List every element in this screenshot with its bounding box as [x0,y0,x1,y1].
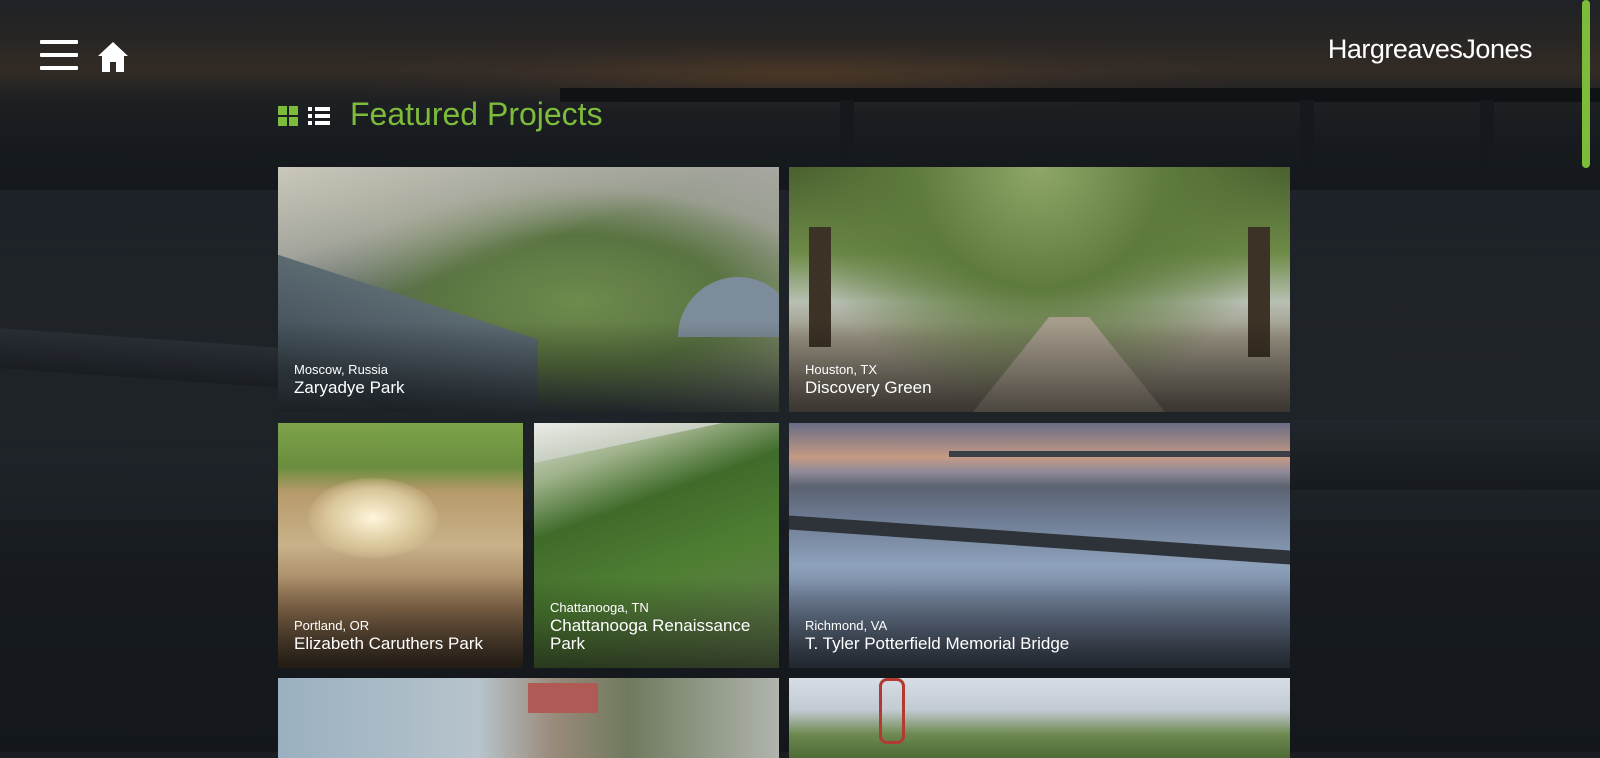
project-name: Elizabeth Caruthers Park [294,634,483,653]
tile-image-detail [949,451,1290,457]
brand-logo[interactable]: HargreavesJones [1328,34,1533,65]
project-tile-elizabeth-caruthers-park[interactable]: Portland, OR Elizabeth Caruthers Park [278,423,523,668]
project-tile[interactable] [789,678,1290,758]
project-location: Moscow, Russia [294,362,388,377]
grid-view-icon[interactable] [278,106,298,126]
tile-image-detail [308,478,438,558]
project-tile-potterfield-memorial-bridge[interactable]: Richmond, VA T. Tyler Potterfield Memori… [789,423,1290,668]
project-location: Richmond, VA [805,618,888,633]
page-title: Featured Projects [350,96,603,132]
project-tile-discovery-green[interactable]: Houston, TX Discovery Green [789,167,1290,412]
project-location: Houston, TX [805,362,878,377]
project-location: Chattanooga, TN [550,600,649,615]
project-name: T. Tyler Potterfield Memorial Bridge [805,634,1070,653]
project-name: Zaryadye Park [294,378,405,397]
home-icon[interactable] [96,40,130,74]
list-view-icon[interactable] [308,106,330,126]
tile-image-detail [528,683,598,713]
project-tile-zaryadye-park[interactable]: Moscow, Russia Zaryadye Park [278,167,779,412]
project-location: Portland, OR [294,618,370,633]
project-tile-chattanooga-renaissance-park[interactable]: Chattanooga, TN Chattanooga Renaissance … [534,423,779,668]
project-tile[interactable] [278,678,779,758]
project-name: Chattanooga Renaissance Park [550,616,751,653]
tile-image-detail [789,515,1290,565]
scrollbar-thumb[interactable] [1582,0,1590,168]
hamburger-menu-icon[interactable] [40,40,78,72]
tile-image-detail [879,678,905,744]
tile-image-detail [534,423,779,463]
view-toggles [278,106,330,126]
project-name: Discovery Green [805,378,932,397]
